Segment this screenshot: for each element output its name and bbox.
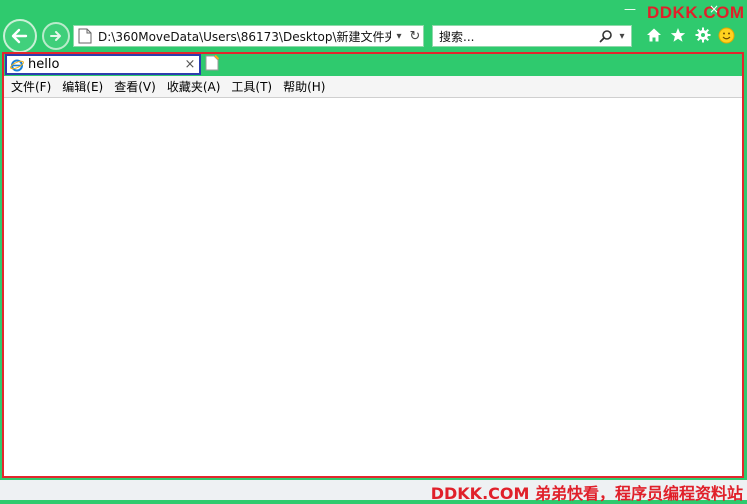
- page-content[interactable]: [4, 98, 742, 476]
- menu-edit[interactable]: 编辑(E): [62, 78, 103, 95]
- smiley-icon: [718, 27, 734, 43]
- back-button[interactable]: [3, 19, 37, 53]
- watermark-bottom: DDKK.COM 弟弟快看，程序员编程资料站: [430, 484, 743, 503]
- feedback-button[interactable]: [716, 24, 736, 46]
- menu-view[interactable]: 查看(V): [114, 78, 156, 95]
- forward-button[interactable]: [42, 22, 70, 50]
- menu-tools[interactable]: 工具(T): [231, 78, 272, 95]
- tab-hello[interactable]: hello ×: [5, 54, 201, 75]
- back-arrow-icon: [11, 28, 28, 44]
- forward-arrow-icon: [50, 31, 61, 41]
- favorites-button[interactable]: [668, 24, 688, 46]
- close-window-button[interactable]: ×: [704, 2, 724, 16]
- new-tab-icon[interactable]: [205, 55, 219, 71]
- search-placeholder[interactable]: 搜索...: [439, 28, 599, 45]
- menu-help[interactable]: 帮助(H): [283, 78, 325, 95]
- address-bar[interactable]: D:\360MoveData\Users\86173\Desktop\新建文件夹…: [73, 25, 424, 47]
- tab-title: hello: [28, 57, 60, 72]
- home-icon: [647, 28, 661, 42]
- search-box[interactable]: 搜索... ▾: [432, 25, 632, 47]
- star-icon: [670, 28, 686, 42]
- watermark-top: DDKK.COM: [647, 3, 745, 22]
- refresh-icon[interactable]: ↻: [407, 29, 423, 44]
- ie-favicon-icon: [10, 59, 24, 71]
- tab-close-icon[interactable]: ×: [181, 57, 199, 72]
- url-text[interactable]: D:\360MoveData\Users\86173\Desktop\新建文件夹: [98, 28, 391, 45]
- search-dropdown-icon[interactable]: ▾: [613, 31, 631, 42]
- home-button[interactable]: [644, 24, 664, 46]
- menu-file[interactable]: 文件(F): [11, 78, 51, 95]
- minimize-button[interactable]: —: [620, 2, 640, 16]
- menu-favorites[interactable]: 收藏夹(A): [167, 78, 221, 95]
- address-dropdown-icon[interactable]: ▾: [391, 31, 407, 42]
- gear-icon: [695, 27, 711, 43]
- page-icon: [78, 28, 92, 44]
- menu-bar: 文件(F) 编辑(E) 查看(V) 收藏夹(A) 工具(T) 帮助(H): [4, 76, 742, 98]
- settings-button[interactable]: [693, 24, 713, 46]
- search-icon[interactable]: [599, 29, 613, 43]
